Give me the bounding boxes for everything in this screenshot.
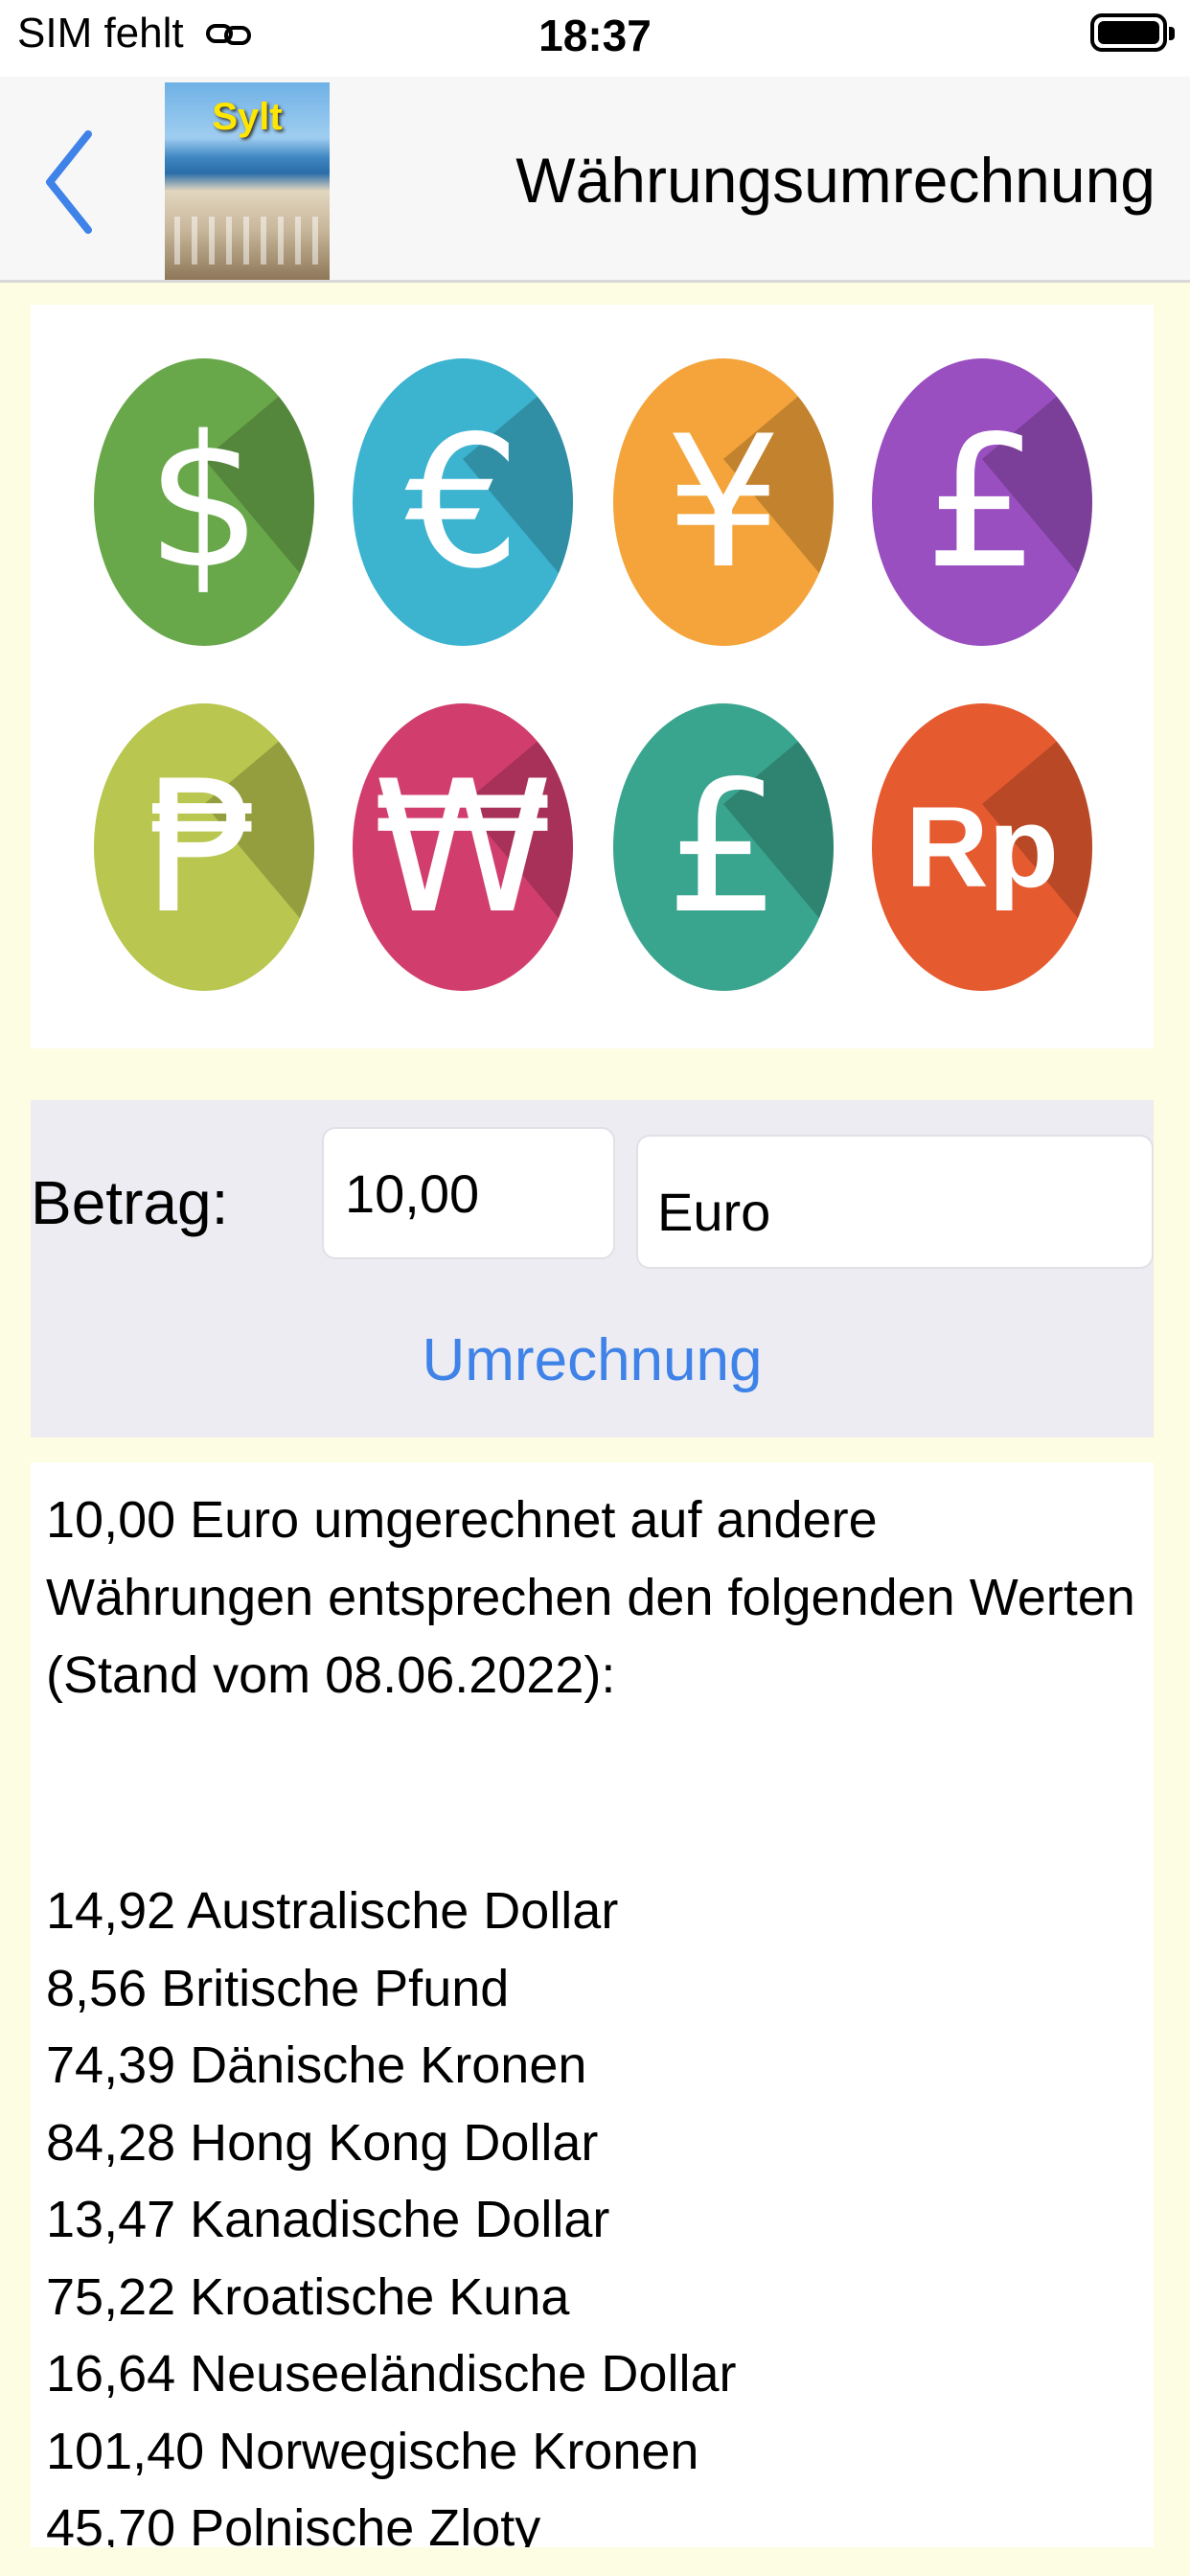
amount-input[interactable] — [322, 1127, 615, 1259]
thumbnail-title: Sylt — [212, 96, 283, 138]
clock: 18:37 — [538, 11, 652, 60]
result-item: 84,28 Hong Kong Dollar — [46, 2113, 599, 2172]
conversion-form: Betrag: Euro Umrechnung — [31, 1100, 1154, 1438]
result-item: 74,39 Dänische Kronen — [46, 2036, 587, 2094]
dollar-coin-icon: $ — [94, 358, 314, 646]
currency-symbols-image: $ € ¥ £ ₱ ₩ £ Rp — [31, 305, 1154, 1048]
currency-select[interactable]: Euro — [636, 1135, 1154, 1269]
result-item: 8,56 Britische Pfund — [46, 1959, 510, 2017]
pound-coin-2-icon: £ — [613, 703, 834, 991]
rupiah-coin-icon: Rp — [872, 703, 1092, 991]
battery-icon — [1090, 13, 1175, 52]
back-button[interactable] — [38, 125, 105, 240]
navigation-bar: Sylt Währungsumrechnung — [0, 77, 1190, 283]
results-intro: 10,00 Euro umgerechnet auf andere Währun… — [46, 1491, 1135, 1704]
conversion-results: 10,00 Euro umgerechnet auf andere Währun… — [31, 1462, 1154, 2547]
result-item: 45,70 Polnische Zloty — [46, 2499, 541, 2547]
chevron-left-icon — [46, 130, 92, 234]
status-bar: SIM fehlt 18:37 — [0, 0, 1190, 77]
convert-button[interactable]: Umrechnung — [31, 1326, 1154, 1394]
result-item: 16,64 Neuseeländische Dollar — [46, 2345, 737, 2403]
result-item: 101,40 Norwegische Kronen — [46, 2422, 699, 2480]
sylt-thumbnail: Sylt — [165, 82, 330, 280]
yen-coin-icon: ¥ — [613, 358, 834, 646]
won-coin-icon: ₩ — [353, 703, 573, 991]
pound-coin-icon: £ — [872, 358, 1092, 646]
peso-coin-icon: ₱ — [94, 703, 314, 991]
euro-coin-icon: € — [353, 358, 573, 646]
page-title: Währungsumrechnung — [515, 145, 1156, 216]
result-item: 75,22 Kroatische Kuna — [46, 2267, 570, 2326]
result-item: 14,92 Australische Dollar — [46, 1882, 619, 1940]
result-item: 13,47 Kanadische Dollar — [46, 2191, 610, 2248]
results-list: 14,92 Australische Dollar 8,56 Britische… — [46, 1873, 736, 2547]
amount-label: Betrag: — [31, 1168, 229, 1237]
